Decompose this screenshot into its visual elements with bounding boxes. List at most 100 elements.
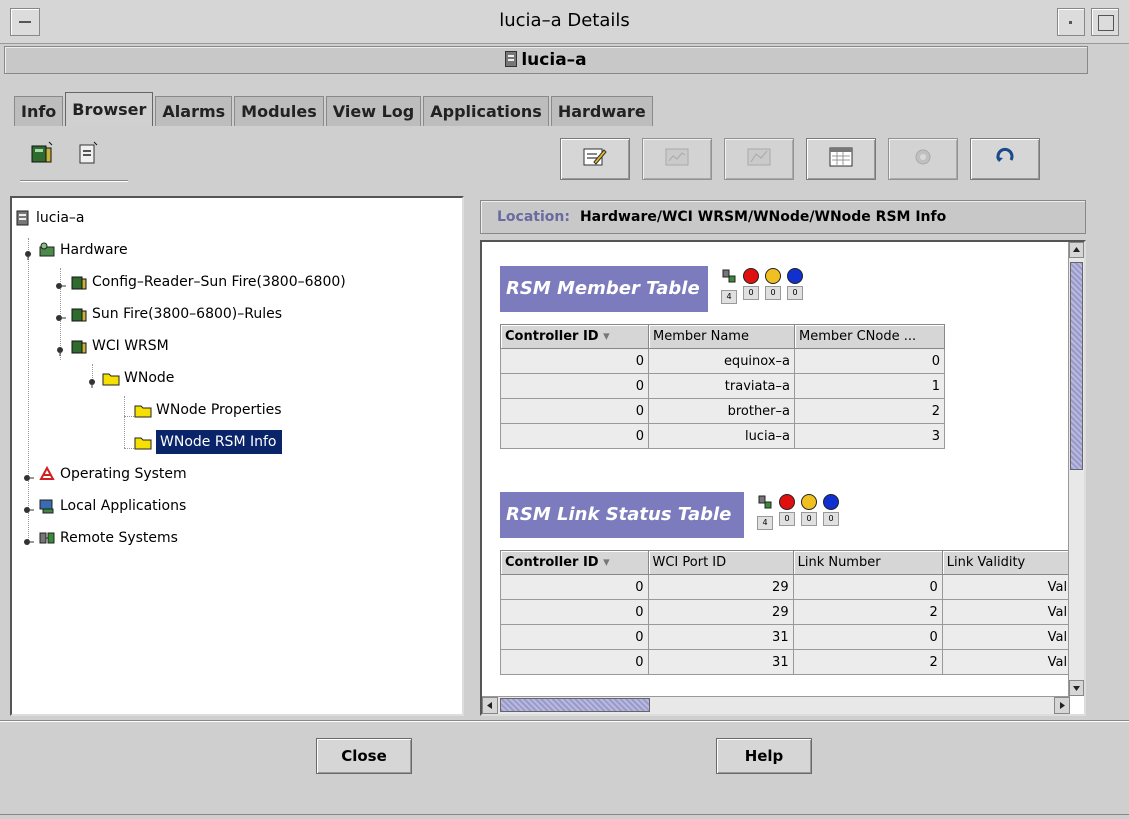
probe-button[interactable]: [888, 138, 958, 180]
expanded-icon[interactable]: [86, 372, 98, 388]
tree-item-wci-wrsm[interactable]: WCI WRSM: [54, 334, 169, 358]
tree-item-config-reader[interactable]: Config–Reader–Sun Fire(3800–6800): [54, 270, 346, 294]
calendar-button[interactable]: [806, 138, 876, 180]
tree-line: [124, 396, 125, 448]
collapsed-icon[interactable]: [54, 308, 66, 321]
table-row[interactable]: 0 31 2 Valid: [500, 649, 1084, 675]
vertical-scrollbar[interactable]: [1068, 242, 1084, 696]
alarm-summary-item[interactable]: 0: [778, 494, 796, 528]
tree-item-remote-systems[interactable]: Remote Systems: [22, 526, 178, 550]
critical-alarm-icon: [779, 494, 795, 510]
window-bottom-edge: [0, 814, 1129, 819]
alarm-summary-item[interactable]: 0: [742, 268, 760, 302]
tree-item-operating-system[interactable]: Operating System: [22, 462, 187, 486]
table-row[interactable]: 0 equinox–a 0: [500, 348, 945, 374]
tree-item-hardware[interactable]: Hardware: [22, 238, 128, 262]
cell: 0: [792, 574, 943, 600]
table-row[interactable]: 0 29 0 Valid: [500, 574, 1084, 600]
graph-icon: [664, 147, 690, 171]
tree-item-wnode-properties[interactable]: WNode Properties: [134, 398, 282, 422]
table-row[interactable]: 0 lucia–a 3: [500, 423, 945, 449]
tree-item-host[interactable]: lucia–a: [14, 206, 85, 230]
tab-hardware[interactable]: Hardware: [550, 96, 653, 126]
tab-view-log[interactable]: View Log: [325, 96, 422, 126]
scroll-right-arrow-icon[interactable]: [1054, 697, 1070, 714]
table-row[interactable]: 0 29 2 Valid: [500, 599, 1084, 625]
tab-modules[interactable]: Modules: [234, 96, 324, 126]
column-header-member-name[interactable]: Member Name: [648, 324, 795, 349]
tree-item-wnode[interactable]: WNode: [86, 366, 174, 390]
cell: 0: [794, 348, 945, 374]
column-header-controller-id[interactable]: Controller ID ▾: [500, 550, 649, 575]
folder-icon: [134, 401, 152, 419]
folder-icon: [102, 369, 120, 387]
tab-alarms[interactable]: Alarms: [155, 96, 233, 126]
column-header-controller-id[interactable]: Controller ID ▾: [500, 324, 649, 349]
table-header-row: Controller ID ▾ Member Name Member CNode…: [500, 324, 945, 349]
cell: 0: [500, 398, 649, 424]
alarm-summary-item[interactable]: 0: [822, 494, 840, 528]
column-header-link-number[interactable]: Link Number: [792, 550, 943, 575]
module-properties-icon[interactable]: [74, 138, 102, 168]
edit-button[interactable]: [560, 138, 630, 180]
location-label: Location:: [497, 209, 570, 225]
cell: 0: [500, 599, 649, 625]
table-row[interactable]: 0 31 0 Valid: [500, 624, 1084, 650]
module-icon: [70, 305, 88, 323]
expanded-icon[interactable]: [54, 340, 66, 356]
table-row[interactable]: 0 traviata–a 1: [500, 373, 945, 399]
tree-item-local-applications[interactable]: Local Applications: [22, 494, 186, 518]
scroll-down-arrow-icon[interactable]: [1069, 680, 1084, 696]
host-name: lucia–a: [521, 50, 587, 70]
column-header-wci-port-id[interactable]: WCI Port ID: [647, 550, 794, 575]
tree-item-label: lucia–a: [36, 210, 85, 226]
scroll-up-arrow-icon[interactable]: [1069, 242, 1084, 258]
tab-applications[interactable]: Applications: [423, 96, 549, 126]
refresh-button[interactable]: [970, 138, 1040, 180]
alarm-summary-item[interactable]: 0: [786, 268, 804, 302]
alarm-summary-item[interactable]: 4: [720, 268, 738, 304]
tree-item-wnode-rsm-info[interactable]: WNode RSM Info: [134, 430, 283, 454]
help-button[interactable]: Help: [716, 738, 812, 774]
tree-item-label: WNode: [124, 370, 175, 386]
tab-info[interactable]: Info: [14, 96, 64, 126]
collapsed-icon[interactable]: [22, 500, 34, 513]
column-header-link-validity[interactable]: Link Validity: [941, 550, 1084, 575]
cell: 0: [500, 348, 649, 374]
collapsed-icon[interactable]: [22, 468, 34, 481]
expanded-icon[interactable]: [22, 244, 34, 260]
chart-button[interactable]: [724, 138, 794, 180]
maximize-button[interactable]: [1091, 8, 1119, 36]
minimize-button[interactable]: [1057, 8, 1085, 36]
calendar-icon: [828, 146, 854, 172]
alarm-summary-item[interactable]: 0: [800, 494, 818, 528]
tree-item-sun-fire-rules[interactable]: Sun Fire(3800–6800)–Rules: [54, 302, 282, 326]
alarm-summary-item[interactable]: 4: [756, 494, 774, 530]
tab-browser[interactable]: Browser: [65, 92, 154, 126]
alarm-count: 4: [721, 290, 737, 304]
scroll-left-arrow-icon[interactable]: [482, 697, 498, 714]
horizontal-scroll-thumb[interactable]: [500, 698, 650, 712]
close-button[interactable]: Close: [316, 738, 412, 774]
horizontal-scrollbar[interactable]: [482, 696, 1070, 714]
column-header-member-cnode[interactable]: Member CNode ...: [794, 324, 945, 349]
alarm-summary-item[interactable]: 0: [764, 268, 782, 302]
cell: 29: [647, 599, 794, 625]
table-row[interactable]: 0 brother–a 2: [500, 398, 945, 424]
right-toolbar: [560, 138, 1040, 180]
collapsed-icon[interactable]: [54, 276, 66, 289]
load-module-icon[interactable]: [28, 138, 56, 168]
graph-button[interactable]: [642, 138, 712, 180]
alarm-count: 0: [765, 286, 781, 300]
collapsed-icon[interactable]: [22, 532, 34, 545]
left-toolbar: [28, 138, 102, 168]
vertical-scroll-thumb[interactable]: [1070, 262, 1083, 470]
host-icon: [505, 51, 518, 67]
cell: 31: [647, 624, 794, 650]
tree-item-label: Remote Systems: [60, 530, 178, 546]
cell: lucia–a: [648, 423, 795, 449]
location-path: Hardware/WCI WRSM/WNode/WNode RSM Info: [579, 209, 947, 225]
member-table: Controller ID ▾ Member Name Member CNode…: [500, 324, 945, 449]
cell: 0: [500, 649, 649, 675]
folder-icon: [134, 433, 152, 451]
